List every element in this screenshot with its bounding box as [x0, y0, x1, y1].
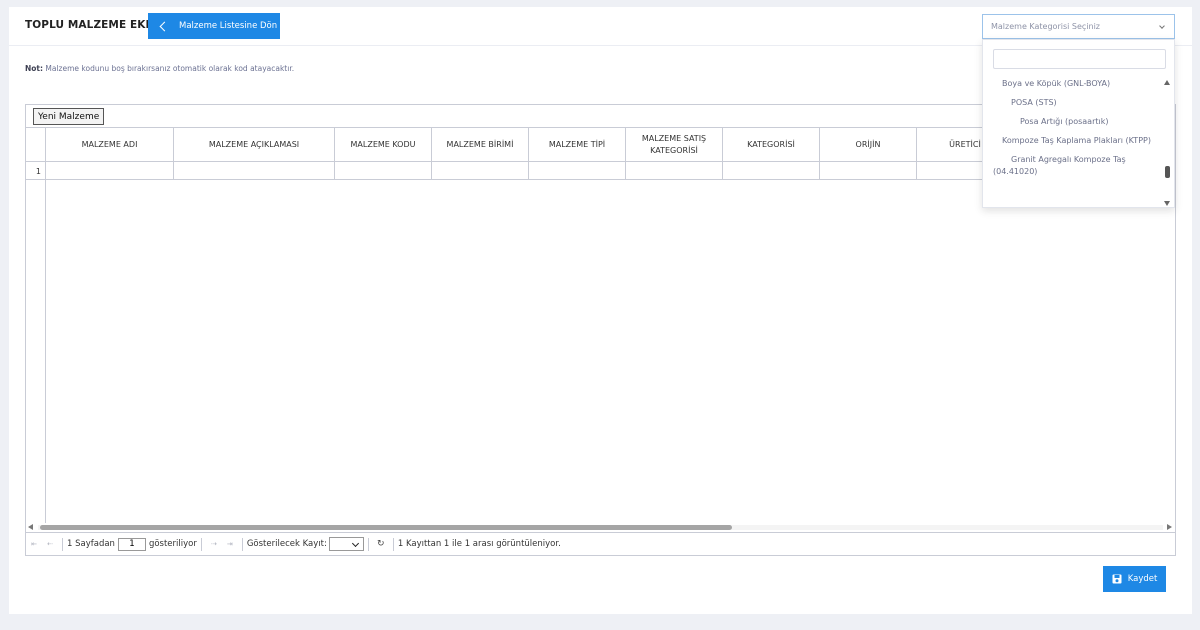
- column-header-sales-category[interactable]: MALZEME SATIŞ KATEGORİSİ: [626, 128, 723, 162]
- last-page-icon[interactable]: ⇥: [222, 540, 238, 548]
- note-label: Not:: [25, 64, 44, 73]
- record-summary: 1 Kayıttan 1 ile 1 arası görüntüleniyor.: [397, 539, 561, 549]
- cell-unit[interactable]: [432, 162, 529, 180]
- pager-separator: [62, 537, 63, 551]
- category-option[interactable]: Kompoze Taş Kaplama Plakları (KTPP): [983, 135, 1153, 147]
- scroll-left-icon[interactable]: [28, 524, 33, 530]
- column-header-unit[interactable]: MALZEME BİRİMİ: [432, 128, 529, 162]
- prev-page-icon[interactable]: ⇠: [42, 540, 58, 548]
- row-number: 1: [26, 162, 46, 180]
- first-page-icon[interactable]: ⇤: [26, 540, 42, 548]
- category-search-input[interactable]: [993, 49, 1166, 69]
- column-header-code[interactable]: MALZEME KODU: [335, 128, 432, 162]
- column-header-category[interactable]: KATEGORİSİ: [723, 128, 820, 162]
- cell-sales-category[interactable]: [626, 162, 723, 180]
- cell-origin[interactable]: [820, 162, 917, 180]
- cell-type[interactable]: [529, 162, 626, 180]
- horizontal-scrollbar[interactable]: [26, 523, 1175, 532]
- table-row[interactable]: 1: [26, 162, 1014, 180]
- page-suffix: gösteriliyor: [148, 539, 197, 549]
- category-option[interactable]: Boya ve Köpük (GNL-BOYA): [983, 78, 1163, 90]
- page-number-input[interactable]: [117, 537, 146, 551]
- cell-description[interactable]: [174, 162, 335, 180]
- rownum-divider: [45, 180, 46, 523]
- back-to-list-button[interactable]: Malzeme Listesine Dön: [148, 13, 280, 39]
- grid-header: MALZEME ADI MALZEME AÇIKLAMASI MALZEME K…: [26, 128, 1014, 162]
- save-label: Kaydet: [1127, 574, 1158, 584]
- category-option-list: Boya ve Köpük (GNL-BOYA) POSA (STS) Posa…: [983, 78, 1163, 185]
- cell-code[interactable]: [335, 162, 432, 180]
- pager-separator: [200, 537, 202, 551]
- category-option[interactable]: Posa Artığı (posaartık): [983, 116, 1163, 128]
- scroll-thumb[interactable]: [40, 525, 732, 530]
- pager-separator: [392, 537, 394, 551]
- category-dropdown: Boya ve Köpük (GNL-BOYA) POSA (STS) Posa…: [982, 39, 1175, 208]
- chevron-down-icon: [1159, 23, 1165, 29]
- column-header-origin[interactable]: ORİJİN: [820, 128, 917, 162]
- chevron-left-icon: [159, 21, 170, 31]
- cell-name[interactable]: [46, 162, 174, 180]
- category-option[interactable]: Granit Agregalı Kompoze Taş (04.41020): [983, 154, 1153, 178]
- category-option[interactable]: POSA (STS): [983, 97, 1163, 109]
- pager-separator: [367, 537, 369, 551]
- dropdown-scrollbar[interactable]: [1164, 80, 1171, 206]
- pager-separator: [241, 537, 243, 551]
- note-text: Not: Malzeme kodunu boş bırakırsanız oto…: [25, 64, 294, 73]
- new-material-button[interactable]: Yeni Malzeme: [33, 108, 105, 125]
- column-header-name[interactable]: MALZEME ADI: [46, 128, 174, 162]
- note-message: Malzeme kodunu boş bırakırsanız otomatik…: [45, 64, 295, 73]
- category-select-placeholder: Malzeme Kategorisi Seçiniz: [991, 22, 1101, 31]
- page-size-label: Gösterilecek Kayıt:: [246, 539, 327, 549]
- grid-pager: ⇤ ⇠ 1 Sayfadan gösteriliyor ⇢ ⇥ Gösteril…: [26, 532, 1175, 555]
- category-select[interactable]: Malzeme Kategorisi Seçiniz: [982, 14, 1175, 39]
- page-prefix: 1 Sayfadan: [67, 539, 115, 549]
- column-header-type[interactable]: MALZEME TİPİ: [529, 128, 626, 162]
- back-to-list-label: Malzeme Listesine Dön: [179, 21, 278, 31]
- save-button[interactable]: Kaydet: [1103, 566, 1166, 592]
- column-header-description[interactable]: MALZEME AÇIKLAMASI: [174, 128, 335, 162]
- scroll-right-icon[interactable]: [1167, 524, 1172, 530]
- next-page-icon[interactable]: ⇢: [206, 540, 222, 548]
- floppy-disk-icon: [1112, 574, 1122, 584]
- cell-category[interactable]: [723, 162, 820, 180]
- refresh-icon[interactable]: ↻: [373, 539, 389, 549]
- column-header-rownum: [26, 128, 46, 162]
- scroll-down-icon[interactable]: [1164, 201, 1170, 206]
- dropdown-scroll-thumb[interactable]: [1165, 166, 1170, 178]
- scroll-up-icon[interactable]: [1164, 80, 1170, 85]
- page-size-select[interactable]: [328, 537, 364, 551]
